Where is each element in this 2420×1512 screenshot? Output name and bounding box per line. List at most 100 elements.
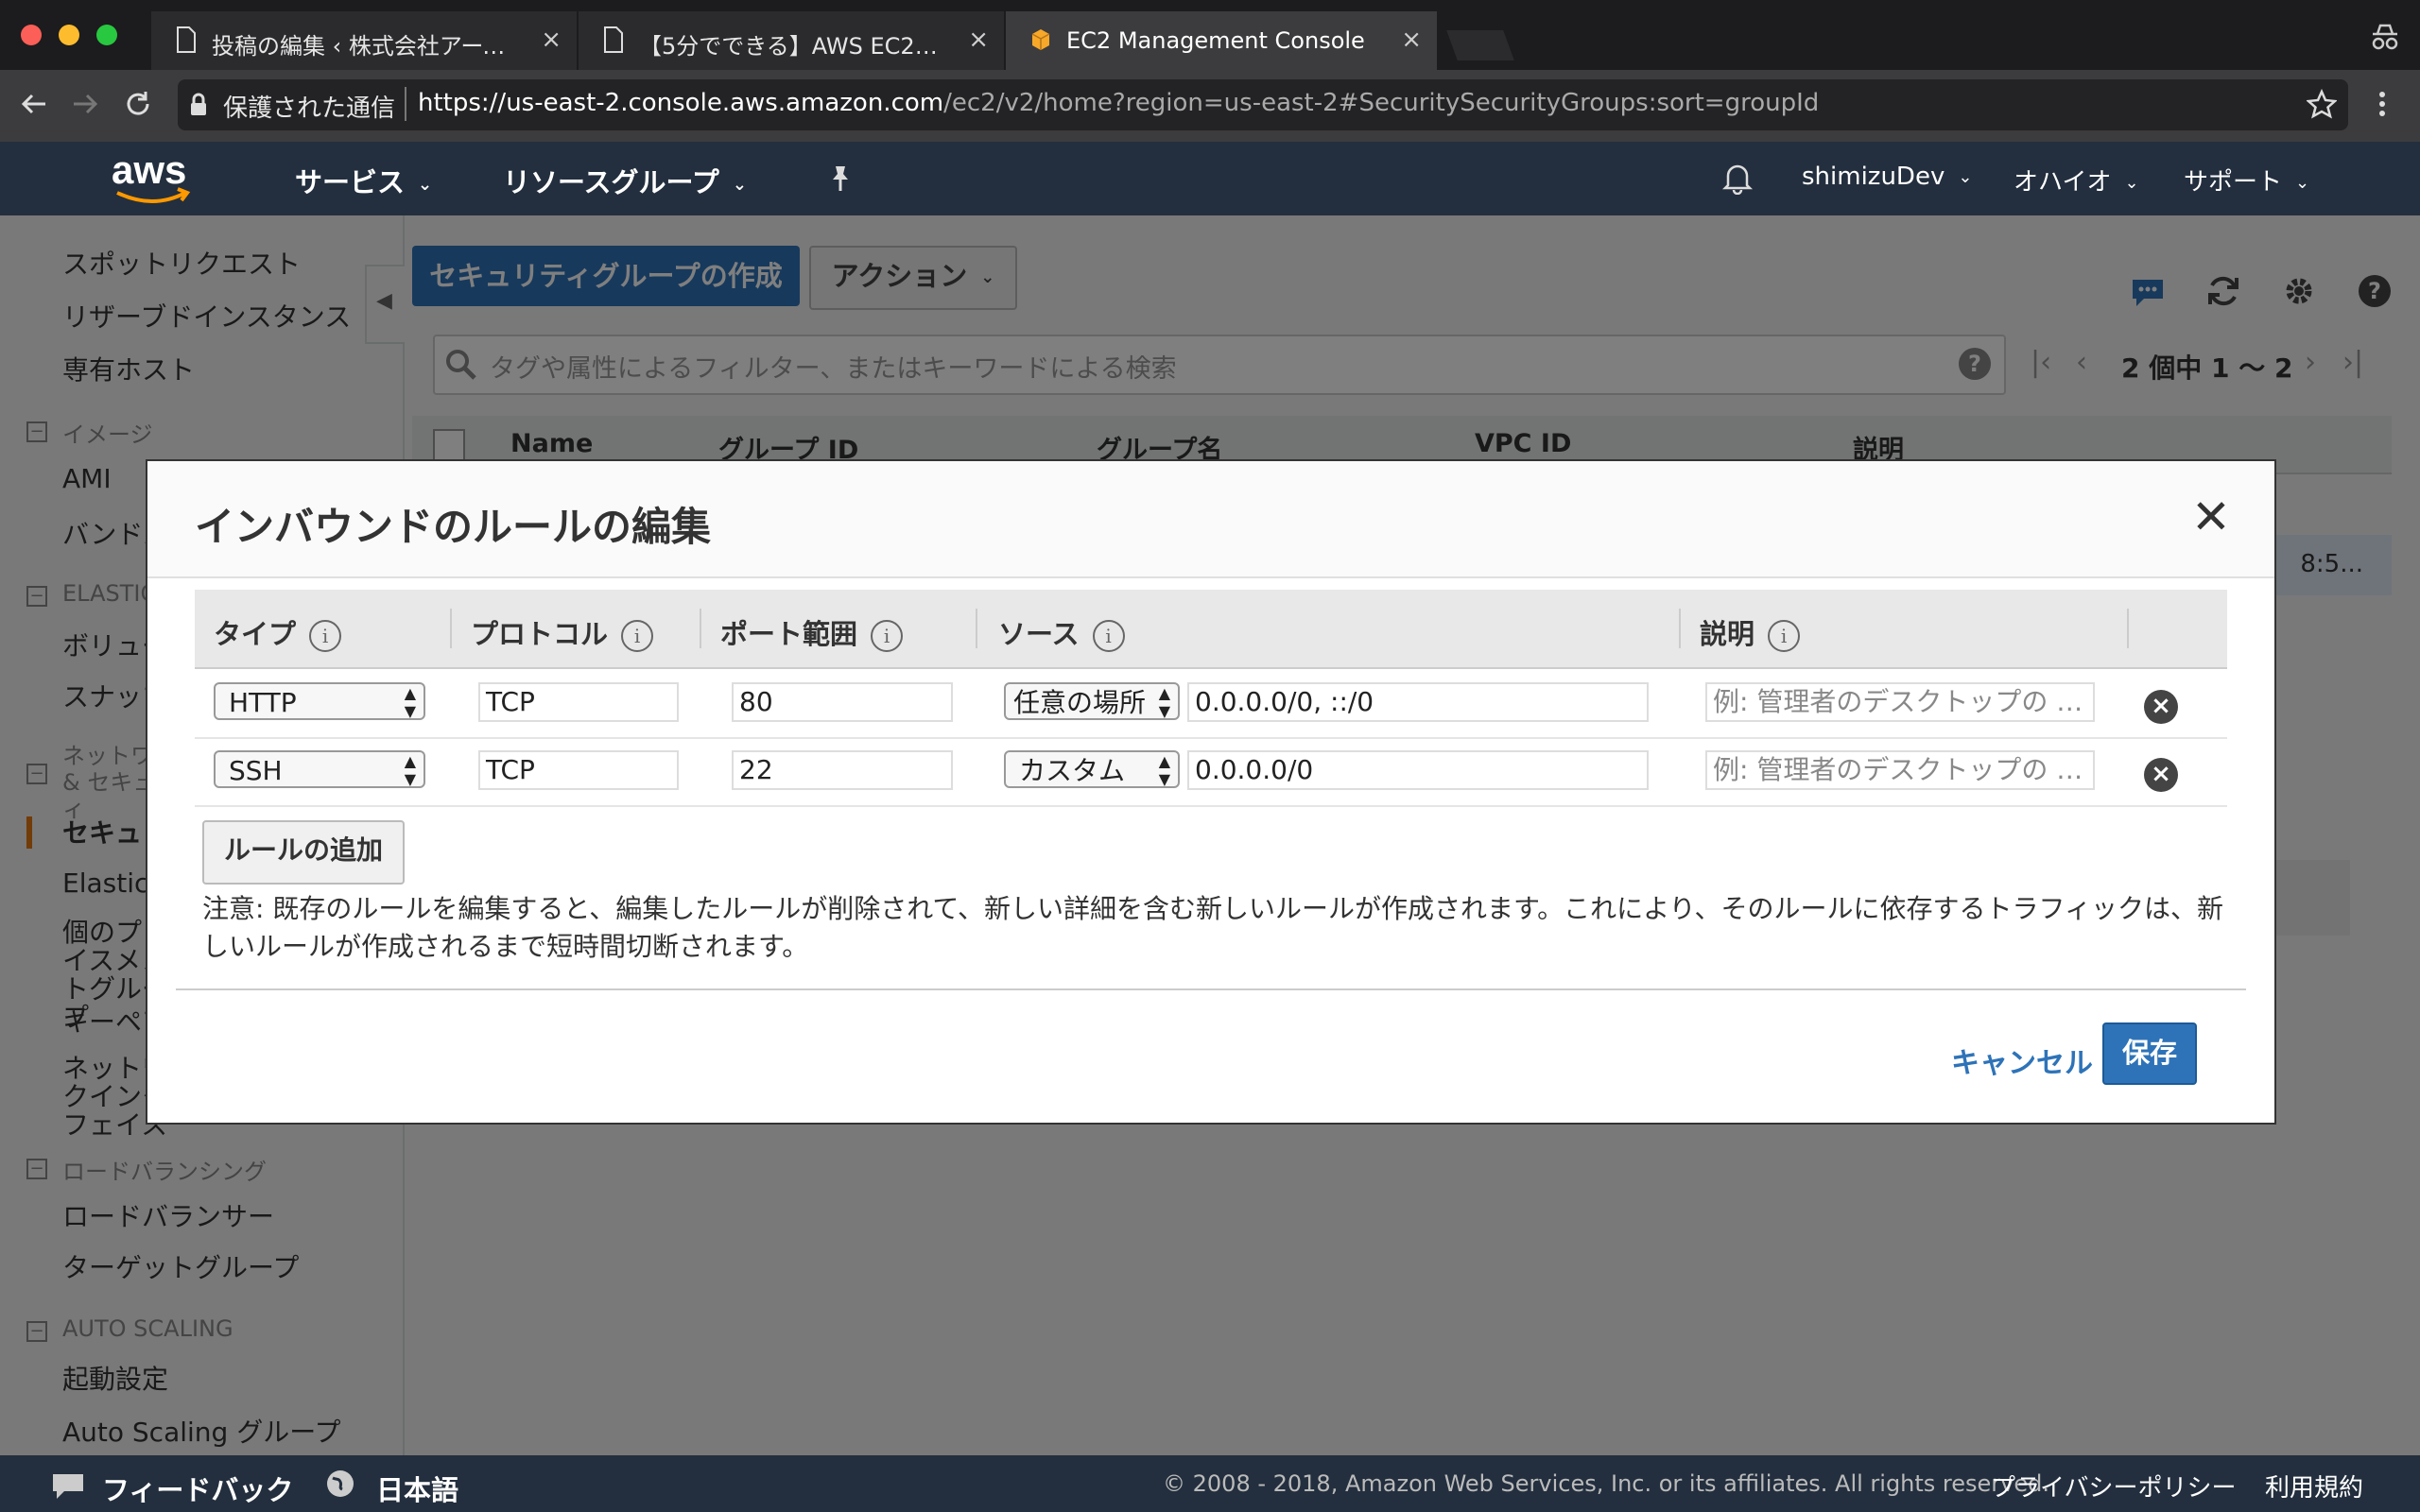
language-selector[interactable]: 日本語 <box>376 1469 458 1508</box>
source-type-select[interactable]: カスタム ▲ ▼ <box>1004 750 1180 788</box>
bookmark-star-icon[interactable] <box>2307 89 2337 119</box>
back-arrow-icon[interactable] <box>19 89 49 119</box>
browser-tab-2[interactable]: 【5分でできる】AWS EC2を使っ × <box>579 11 1004 70</box>
more-menu-icon[interactable] <box>2375 89 2390 119</box>
browser-tab-1[interactable]: 投稿の編集 ‹ 株式会社アースリング × <box>151 11 577 70</box>
column-divider <box>1679 609 1681 648</box>
tab-title: 【5分でできる】AWS EC2を使っ <box>639 33 951 60</box>
rule-type-select[interactable]: SSH ▲ ▼ <box>214 750 425 788</box>
rule-row: SSH ▲ ▼ TCP 22 カスタム ▲ ▼ 0.0.0.0/0 例: 管理者のデスク… <box>195 737 2227 807</box>
column-divider <box>976 609 977 648</box>
rule-description-input[interactable]: 例: 管理者のデスクトップの SSH <box>1705 750 2095 790</box>
select-arrows-icon: ▲ ▼ <box>404 752 416 788</box>
dialog-title: インバウンドのルールの編集 <box>195 504 712 550</box>
protocol-field: TCP <box>478 750 679 790</box>
info-icon[interactable]: i <box>1768 620 1801 652</box>
chevron-down-icon: ⌄ <box>732 174 747 195</box>
pin-icon[interactable] <box>828 164 853 193</box>
url-path: /ec2/v2/home?region=us-east-2#SecuritySe… <box>943 89 1820 117</box>
aws-logo[interactable]: aws <box>112 147 191 203</box>
rule-type-value: SSH <box>229 755 283 786</box>
select-arrows-icon: ▲ ▼ <box>1158 684 1170 720</box>
tab-title: EC2 Management Console <box>1066 27 1365 54</box>
tab-close-icon[interactable]: × <box>541 26 562 53</box>
source-type-value: カスタム <box>1019 755 1126 786</box>
select-arrows-icon: ▲ ▼ <box>1158 752 1170 788</box>
column-divider <box>450 609 452 648</box>
source-type-select[interactable]: 任意の場所 ▲ ▼ <box>1004 682 1180 720</box>
aws-footer: フィードバック 日本語 © 2008 - 2018, Amazon Web Se… <box>0 1455 2420 1512</box>
new-tab-button[interactable] <box>1446 30 1514 60</box>
document-icon <box>177 26 196 53</box>
rule-type-select[interactable]: HTTP ▲ ▼ <box>214 682 425 720</box>
column-header-source: ソース i <box>998 612 1125 652</box>
source-header-label: ソース <box>998 618 1080 650</box>
port-range-input[interactable]: 80 <box>732 682 953 722</box>
column-divider <box>2127 609 2129 648</box>
url-text: https://us-east-2.console.aws.amazon.com… <box>418 89 1819 117</box>
rule-row: HTTP ▲ ▼ TCP 80 任意の場所 ▲ ▼ 0.0.0.0/0, ::/0 例:… <box>195 669 2227 739</box>
rule-description-input[interactable]: 例: 管理者のデスクトップの SSH <box>1705 682 2095 722</box>
document-icon <box>604 26 623 53</box>
region-label: オハイオ <box>2014 168 2112 197</box>
chevron-down-icon: ⌄ <box>1958 167 1973 187</box>
support-menu[interactable]: サポート ⌄ <box>2184 163 2309 198</box>
edit-inbound-rules-dialog: インバウンドのルールの編集 ✕ タイプ i プロトコル i ポート範囲 i ソース i … <box>146 459 2276 1125</box>
url-host: https://us-east-2.console.aws.amazon.com <box>418 89 944 117</box>
column-header-type: タイプ i <box>214 612 342 652</box>
cancel-button[interactable]: キャンセル <box>1951 1040 2093 1081</box>
feedback-icon <box>53 1474 83 1499</box>
info-icon[interactable]: i <box>621 620 654 652</box>
resource-groups-menu[interactable]: リソースグループ ⌄ <box>503 161 747 200</box>
source-type-value: 任意の場所 <box>1013 687 1147 718</box>
resource-groups-label: リソースグループ <box>503 166 719 198</box>
chevron-down-icon: ⌄ <box>2124 173 2139 193</box>
aws-logo-text: aws <box>112 147 187 192</box>
feedback-link[interactable]: フィードバック <box>102 1469 293 1508</box>
edit-warning-notice: 注意: 既存のルールを編集すると、編集したルールが削除されて、新しい詳細を含む新… <box>202 893 2223 962</box>
rules-table-header: タイプ i プロトコル i ポート範囲 i ソース i 説明 i <box>195 590 2227 669</box>
close-icon[interactable]: ✕ <box>2191 493 2231 541</box>
column-header-protocol: プロトコル i <box>471 612 654 652</box>
bell-icon[interactable] <box>1722 161 1753 195</box>
privacy-policy-link[interactable]: プライバシーポリシー <box>1991 1469 2236 1503</box>
tab-close-icon[interactable]: × <box>968 26 989 53</box>
delete-rule-icon[interactable]: × <box>2144 690 2178 724</box>
maximize-window-button[interactable] <box>96 25 117 45</box>
dialog-divider <box>176 988 2246 990</box>
aws-smile-icon <box>116 187 191 203</box>
lock-icon <box>191 93 206 115</box>
browser-tab-3[interactable]: EC2 Management Console × <box>1006 11 1437 70</box>
services-menu[interactable]: サービス ⌄ <box>295 161 432 200</box>
reload-icon[interactable] <box>123 89 153 119</box>
region-menu[interactable]: オハイオ ⌄ <box>2014 163 2139 198</box>
add-rule-button[interactable]: ルールの追加 <box>202 820 405 885</box>
description-header-label: 説明 <box>1700 618 1755 650</box>
tab-close-icon[interactable]: × <box>1401 26 1422 53</box>
type-header-label: タイプ <box>214 618 297 650</box>
rule-type-value: HTTP <box>229 687 297 718</box>
info-icon[interactable]: i <box>871 620 904 652</box>
column-header-description: 説明 i <box>1700 612 1801 652</box>
column-divider <box>700 609 701 648</box>
account-label: shimizuDev <box>1802 163 1945 191</box>
chevron-down-icon: ⌄ <box>418 174 433 195</box>
info-icon[interactable]: i <box>1092 620 1125 652</box>
aws-cube-icon <box>1031 29 1050 50</box>
support-label: サポート <box>2184 168 2283 197</box>
account-menu[interactable]: shimizuDev ⌄ <box>1802 163 1972 191</box>
close-window-button[interactable] <box>21 25 42 45</box>
protocol-header-label: プロトコル <box>471 618 609 650</box>
info-icon[interactable]: i <box>309 620 342 652</box>
port-range-input[interactable]: 22 <box>732 750 953 790</box>
source-cidr-input[interactable]: 0.0.0.0/0, ::/0 <box>1187 682 1649 722</box>
services-label: サービス <box>295 166 406 198</box>
forward-arrow-icon[interactable] <box>70 89 100 119</box>
source-cidr-input[interactable]: 0.0.0.0/0 <box>1187 750 1649 790</box>
tab-title: 投稿の編集 ‹ 株式会社アースリング <box>212 33 524 60</box>
terms-link[interactable]: 利用規約 <box>2265 1469 2363 1503</box>
save-button[interactable]: 保存 <box>2102 1022 2197 1085</box>
delete-rule-icon[interactable]: × <box>2144 758 2178 792</box>
minimize-window-button[interactable] <box>59 25 79 45</box>
port-range-header-label: ポート範囲 <box>720 618 858 650</box>
